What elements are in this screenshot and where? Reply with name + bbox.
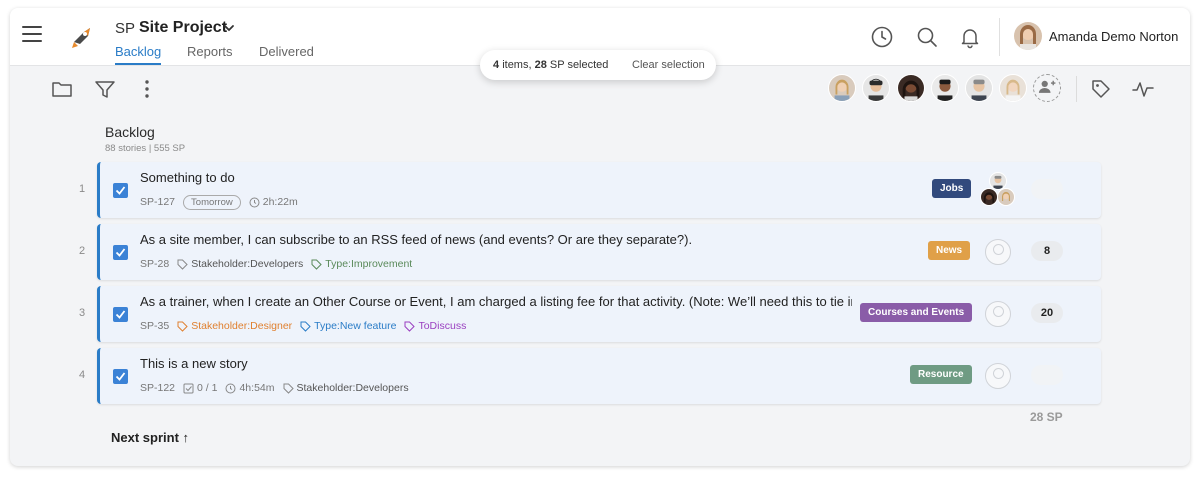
assignee-group[interactable] bbox=[980, 172, 1016, 208]
backlog-summary: 88 stories | 555 SP bbox=[105, 143, 186, 154]
story-title[interactable]: This is a new story bbox=[140, 356, 248, 371]
chevron-down-icon[interactable] bbox=[223, 22, 235, 34]
checkmark-icon bbox=[115, 248, 126, 257]
row-number: 4 bbox=[78, 369, 86, 381]
selection-bar: 4 items, 28 SP selected Clear selection bbox=[480, 50, 716, 80]
user-name[interactable]: Amanda Demo Norton bbox=[1049, 29, 1178, 44]
member-avatar[interactable] bbox=[931, 74, 959, 102]
story-id: SP-35 bbox=[140, 320, 170, 332]
clock-icon bbox=[249, 197, 260, 207]
folder-icon[interactable] bbox=[51, 78, 73, 100]
story-card[interactable]: This is a new story SP-122 0 / 1 4h:54m … bbox=[97, 348, 1101, 404]
story-card[interactable]: Something to do SP-127 Tomorrow 2h:22m J… bbox=[97, 162, 1101, 218]
tag-icon bbox=[283, 383, 294, 394]
member-avatar[interactable] bbox=[828, 74, 856, 102]
story-checkbox[interactable] bbox=[113, 183, 128, 198]
tag-icon bbox=[404, 321, 416, 332]
assignee-placeholder[interactable] bbox=[985, 301, 1011, 327]
divider bbox=[1076, 76, 1077, 102]
clock-icon bbox=[225, 383, 236, 393]
tag-icon bbox=[177, 259, 188, 270]
story-meta: SP-127 Tomorrow 2h:22m bbox=[140, 194, 306, 210]
tab-reports[interactable]: Reports bbox=[187, 44, 233, 59]
epic-label[interactable]: Resource bbox=[910, 365, 972, 384]
backlog-title: Backlog bbox=[105, 124, 155, 140]
app-window: SP Site Project Backlog Reports Delivere… bbox=[10, 8, 1190, 466]
epic-label[interactable]: News bbox=[928, 241, 971, 260]
divider bbox=[999, 18, 1000, 56]
epic-label[interactable]: Jobs bbox=[932, 179, 972, 198]
logo-icon bbox=[72, 28, 90, 48]
filter-icon[interactable] bbox=[94, 78, 116, 100]
row-number: 3 bbox=[78, 307, 86, 319]
bell-icon[interactable] bbox=[958, 25, 982, 49]
story-title[interactable]: As a trainer, when I create an Other Cou… bbox=[140, 294, 852, 309]
next-sprint-button[interactable]: Next sprint ↑ bbox=[111, 430, 189, 445]
story-checkbox[interactable] bbox=[113, 307, 128, 322]
more-icon[interactable] bbox=[136, 78, 158, 100]
user-avatar[interactable] bbox=[1014, 22, 1042, 50]
checkmark-icon bbox=[115, 372, 126, 381]
checkmark-icon bbox=[115, 310, 126, 319]
story-title[interactable]: Something to do bbox=[140, 170, 235, 185]
selection-summary: 4 items, 28 SP selected bbox=[493, 59, 609, 71]
story-meta: SP-35 Stakeholder:Designer Type:New feat… bbox=[140, 318, 474, 334]
row-number: 1 bbox=[78, 183, 86, 195]
story-meta: SP-28 Stakeholder:Developers Type:Improv… bbox=[140, 256, 420, 272]
assignee-avatar bbox=[980, 188, 998, 206]
story-checkbox[interactable] bbox=[113, 369, 128, 384]
search-icon[interactable] bbox=[915, 25, 939, 49]
add-user-icon bbox=[1038, 80, 1056, 93]
story-card[interactable]: As a site member, I can subscribe to an … bbox=[97, 224, 1101, 280]
task-progress: 0 / 1 bbox=[197, 382, 218, 394]
story-id: SP-127 bbox=[140, 196, 176, 208]
row-number: 2 bbox=[78, 245, 86, 257]
active-tab-indicator bbox=[115, 63, 161, 65]
tag-label[interactable]: ToDiscuss bbox=[418, 320, 466, 332]
time-estimate: 4h:54m bbox=[239, 382, 275, 394]
member-avatar[interactable] bbox=[862, 74, 890, 102]
tag-icon bbox=[177, 321, 188, 332]
story-title[interactable]: As a site member, I can subscribe to an … bbox=[140, 232, 692, 247]
tab-backlog[interactable]: Backlog bbox=[115, 44, 161, 59]
story-points-badge[interactable]: 8 bbox=[1031, 241, 1063, 261]
sprint-total-points: 28 SP bbox=[1030, 410, 1063, 424]
due-date-chip[interactable]: Tomorrow bbox=[183, 194, 241, 210]
tag-label[interactable]: Type:Improvement bbox=[325, 258, 412, 270]
activity-icon[interactable] bbox=[1132, 78, 1154, 100]
tag-label[interactable]: Stakeholder:Developers bbox=[191, 258, 303, 270]
story-points-badge[interactable] bbox=[1031, 365, 1063, 385]
clock-icon[interactable] bbox=[870, 25, 894, 49]
checkmark-icon bbox=[115, 186, 126, 195]
member-avatar[interactable] bbox=[965, 74, 993, 102]
story-card[interactable]: As a trainer, when I create an Other Cou… bbox=[97, 286, 1101, 342]
time-estimate: 2h:22m bbox=[262, 196, 298, 208]
project-key: SP bbox=[115, 20, 136, 37]
story-id: SP-122 bbox=[140, 382, 176, 394]
tag-icon[interactable] bbox=[1090, 78, 1112, 100]
member-avatar[interactable] bbox=[897, 74, 925, 102]
story-checkbox[interactable] bbox=[113, 245, 128, 260]
story-id: SP-28 bbox=[140, 258, 170, 270]
assignee-placeholder[interactable] bbox=[985, 239, 1011, 265]
tag-label[interactable]: Stakeholder:Developers bbox=[297, 382, 409, 394]
story-meta: SP-122 0 / 1 4h:54m Stakeholder:Develope… bbox=[140, 380, 417, 396]
project-name[interactable]: Site Project bbox=[139, 19, 227, 37]
epic-label[interactable]: Courses and Events bbox=[860, 303, 973, 322]
tag-icon bbox=[300, 321, 311, 332]
tag-label[interactable]: Type:New feature bbox=[314, 320, 396, 332]
clear-selection-button[interactable]: Clear selection bbox=[632, 59, 705, 71]
tag-label[interactable]: Stakeholder:Designer bbox=[191, 320, 292, 332]
checkbox-icon bbox=[183, 383, 194, 393]
assignee-avatar bbox=[997, 188, 1015, 206]
menu-icon[interactable] bbox=[22, 26, 42, 44]
assignee-placeholder[interactable] bbox=[985, 363, 1011, 389]
add-member-button[interactable] bbox=[1033, 74, 1061, 102]
tag-icon bbox=[311, 259, 322, 270]
story-points-badge[interactable] bbox=[1031, 179, 1063, 199]
member-avatar[interactable] bbox=[999, 74, 1027, 102]
story-points-badge[interactable]: 20 bbox=[1031, 303, 1063, 323]
tab-delivered[interactable]: Delivered bbox=[259, 44, 314, 59]
